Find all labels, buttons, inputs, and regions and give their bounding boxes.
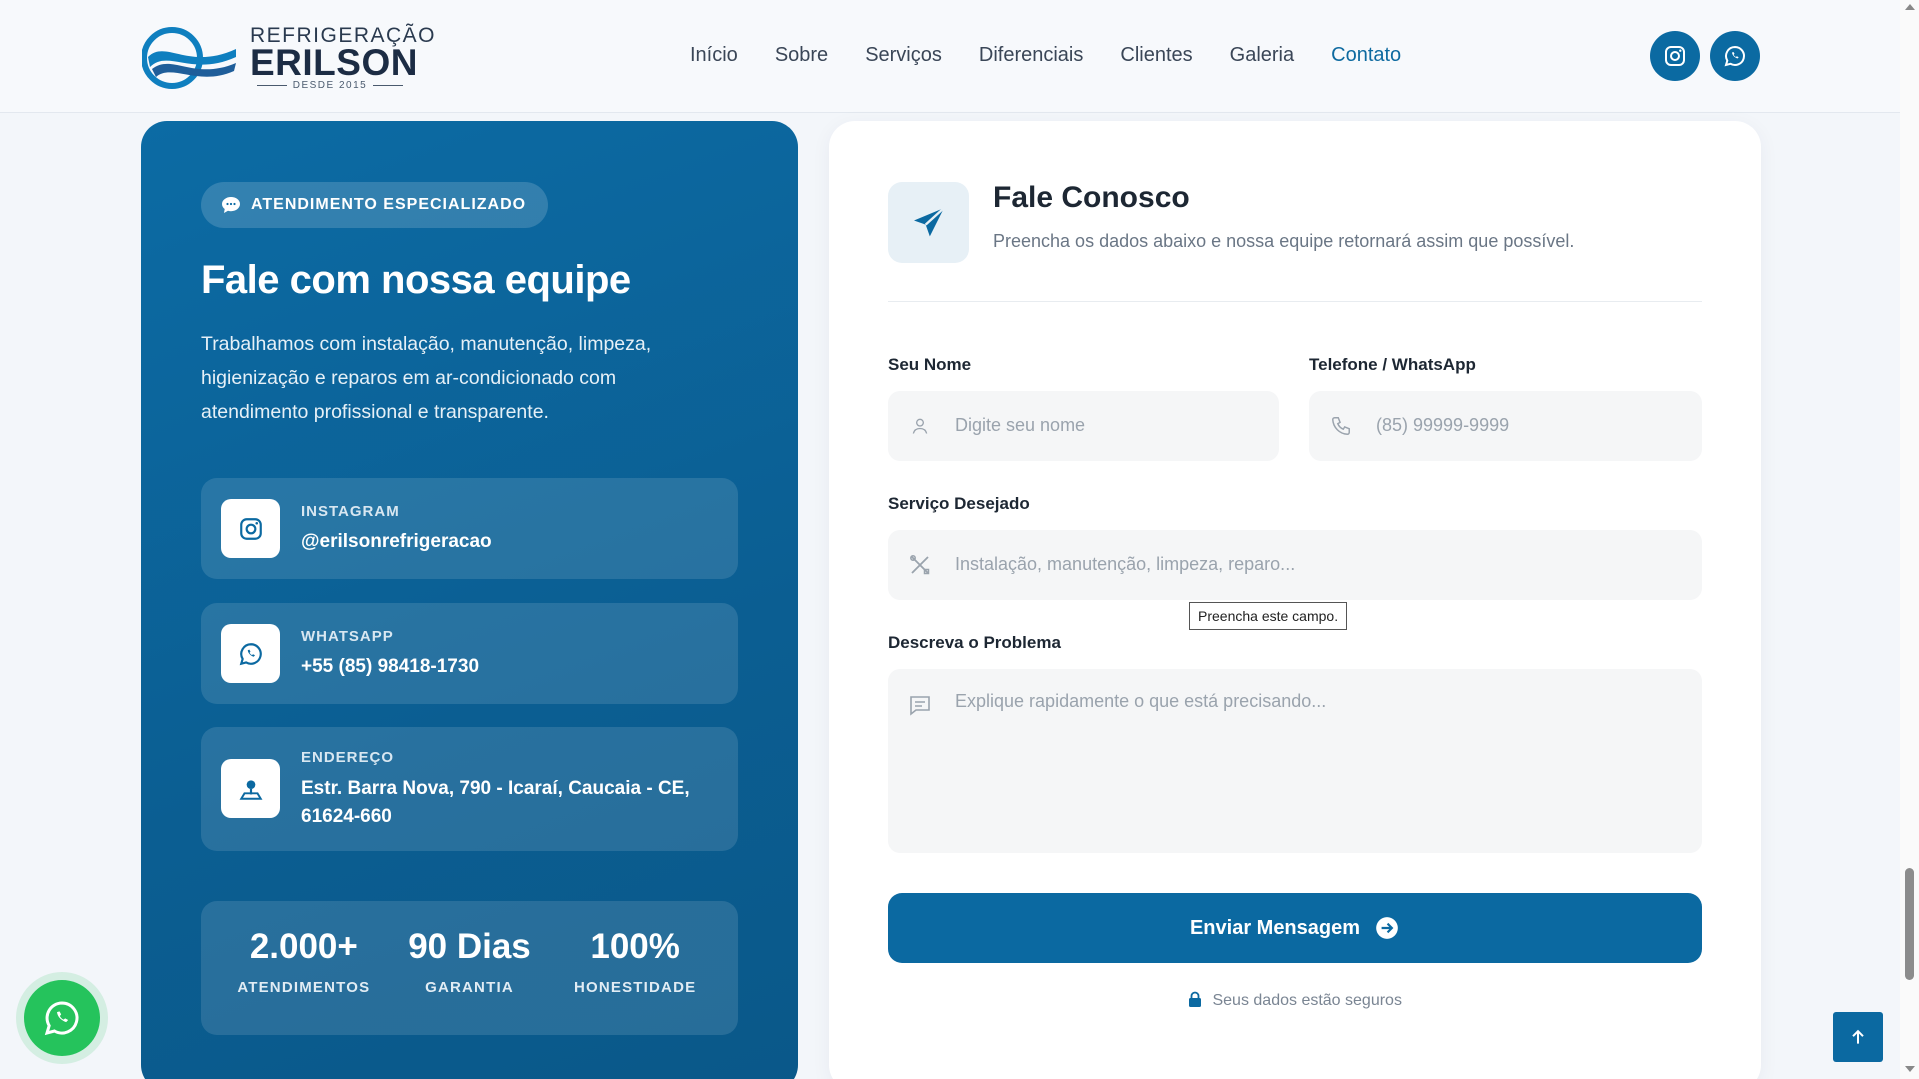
stat-honestidade: 100% HONESTIDADE — [555, 901, 715, 1035]
nav-inicio[interactable]: Início — [690, 44, 738, 67]
stat-label: GARANTIA — [425, 979, 514, 996]
tools-icon — [908, 553, 932, 577]
arrow-up-icon — [1852, 1029, 1864, 1044]
form-subtitle: Preencha os dados abaixo e nossa equipe … — [993, 231, 1575, 251]
lock-icon — [1189, 991, 1202, 1007]
address-value: Estr. Barra Nova, 790 - Icaraí, Caucaia … — [301, 778, 690, 827]
page-scrollbar[interactable] — [1900, 0, 1919, 1079]
phone-field-wrap — [1309, 391, 1702, 461]
phone-icon — [1329, 414, 1353, 438]
divider — [888, 301, 1702, 302]
main-nav: Início Sobre Serviços Diferenciais Clien… — [690, 44, 1438, 67]
name-input[interactable] — [955, 415, 1256, 436]
logo-wave-icon — [142, 27, 236, 89]
back-to-top-button[interactable] — [1833, 1012, 1883, 1062]
stat-label: HONESTIDADE — [573, 979, 697, 996]
contact-form-card: Fale Conosco Preencha os dados abaixo e … — [829, 121, 1761, 1079]
whatsapp-label: WHATSAPP — [301, 628, 394, 645]
name-label: Seu Nome — [888, 355, 972, 374]
instagram-icon[interactable] — [1650, 31, 1700, 81]
problem-field-wrap — [888, 669, 1702, 853]
scroll-up-arrow[interactable] — [1905, 4, 1915, 10]
stat-value: 2.000+ — [249, 927, 358, 966]
service-input[interactable] — [955, 554, 1679, 575]
nav-clientes[interactable]: Clientes — [1120, 44, 1192, 67]
secure-text: Seus dados estão seguros — [1212, 992, 1402, 1009]
phone-input[interactable] — [1376, 415, 1679, 436]
service-label: Serviço Desejado — [888, 494, 1030, 513]
user-icon — [908, 414, 932, 438]
address-label: ENDEREÇO — [301, 749, 395, 766]
name-field-wrap — [888, 391, 1279, 461]
nav-contato[interactable]: Contato — [1331, 44, 1401, 67]
panel-description: Trabalhamos com instalação, manutenção, … — [201, 333, 652, 423]
chat-bubble-icon — [222, 197, 240, 213]
problem-textarea[interactable] — [955, 691, 1679, 831]
arrow-right-circle-icon — [1376, 917, 1398, 939]
stat-label: ATENDIMENTOS — [237, 979, 371, 996]
map-pin-icon — [221, 759, 280, 818]
logo-main-text: ERILSON — [250, 42, 418, 83]
whatsapp-card[interactable]: WHATSAPP +55 (85) 98418-1730 — [201, 603, 738, 704]
nav-servicos[interactable]: Serviços — [865, 44, 942, 67]
instagram-value: @erilsonrefrigeracao — [301, 531, 492, 552]
whatsapp-icon — [221, 624, 280, 683]
service-field-wrap — [888, 530, 1702, 600]
logo[interactable]: REFRIGERAÇÃO ERILSON DESDE 2015 — [142, 24, 435, 92]
header-social — [1650, 31, 1760, 81]
panel-title: Fale com nossa equipe — [201, 258, 631, 302]
whatsapp-float-button[interactable] — [24, 980, 100, 1056]
stats-card: 2.000+ ATENDIMENTOS 90 Dias GARANTIA 100… — [201, 901, 738, 1035]
send-button-label: Enviar Mensagem — [1189, 916, 1361, 939]
instagram-icon — [221, 499, 280, 558]
whatsapp-icon — [44, 1001, 79, 1036]
validation-tooltip: Preencha este campo. — [1189, 602, 1348, 630]
stat-value: 100% — [590, 927, 680, 966]
form-title: Fale Conosco — [993, 181, 1190, 214]
problem-label: Descreva o Problema — [888, 633, 1061, 652]
badge-text: ATENDIMENTO ESPECIALIZADO — [251, 196, 527, 213]
address-card[interactable]: ENDEREÇO Estr. Barra Nova, 790 - Icaraí,… — [201, 727, 738, 851]
nav-diferenciais[interactable]: Diferenciais — [979, 44, 1083, 67]
instagram-card[interactable]: INSTAGRAM @erilsonrefrigeracao — [201, 478, 738, 579]
scroll-down-arrow[interactable] — [1905, 1066, 1915, 1072]
stat-atendimentos: 2.000+ ATENDIMENTOS — [224, 901, 384, 1035]
logo-since-text: DESDE 2015 — [250, 80, 410, 91]
nav-sobre[interactable]: Sobre — [775, 44, 828, 67]
contact-info-panel: ATENDIMENTO ESPECIALIZADO Fale com nossa… — [141, 121, 798, 1079]
specialized-badge: ATENDIMENTO ESPECIALIZADO — [201, 182, 549, 228]
stat-garantia: 90 Dias GARANTIA — [389, 901, 549, 1035]
paper-plane-icon — [888, 182, 969, 263]
send-message-button[interactable]: Enviar Mensagem — [888, 893, 1702, 963]
site-header: REFRIGERAÇÃO ERILSON DESDE 2015 Início S… — [0, 0, 1900, 113]
stat-value: 90 Dias — [408, 927, 531, 966]
whatsapp-value: +55 (85) 98418-1730 — [301, 656, 480, 677]
instagram-label: INSTAGRAM — [301, 503, 400, 520]
secure-note: Seus dados estão seguros — [829, 991, 1761, 1010]
phone-label: Telefone / WhatsApp — [1309, 355, 1476, 374]
scroll-thumb[interactable] — [1905, 868, 1914, 980]
message-icon — [908, 693, 932, 717]
whatsapp-icon[interactable] — [1710, 31, 1760, 81]
nav-galeria[interactable]: Galeria — [1230, 44, 1294, 67]
